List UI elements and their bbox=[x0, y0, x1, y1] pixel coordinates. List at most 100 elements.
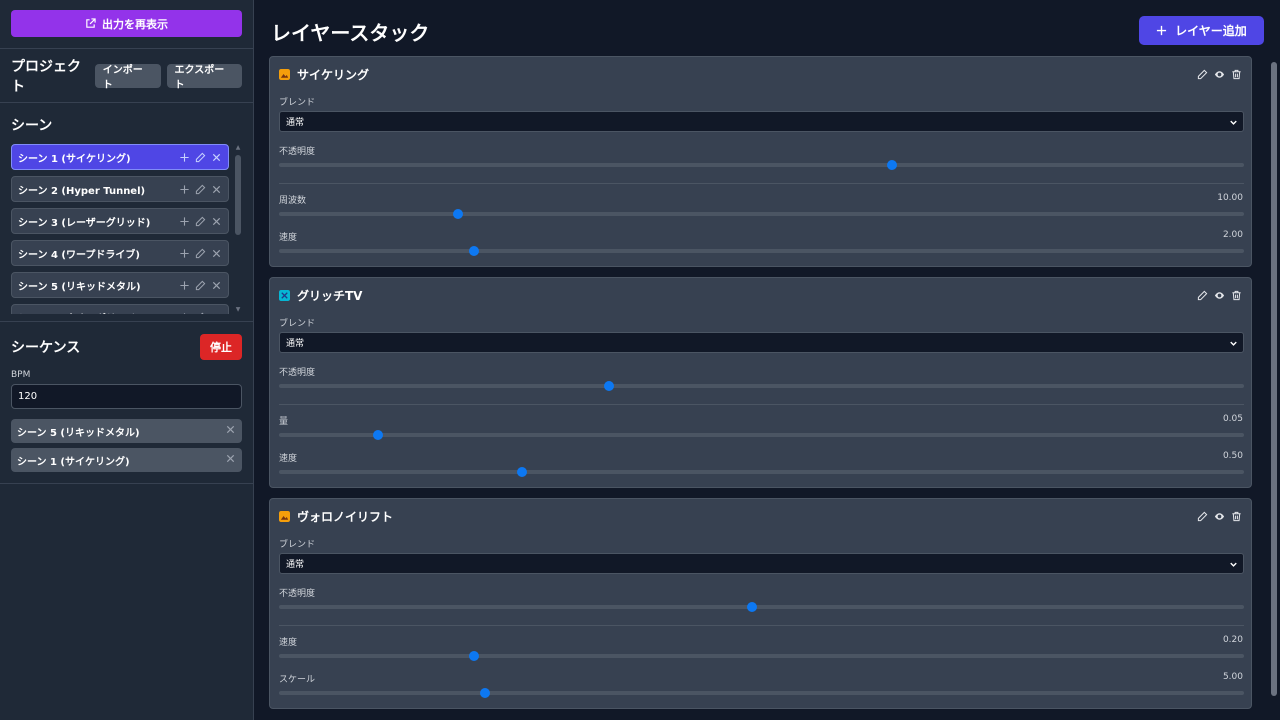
export-button[interactable]: エクスポート bbox=[166, 63, 242, 91]
plus-icon bbox=[1157, 25, 1167, 36]
param-value: 0.50 bbox=[1222, 451, 1243, 461]
slider-thumb[interactable] bbox=[479, 688, 490, 698]
divider bbox=[279, 404, 1244, 405]
trash-icon[interactable] bbox=[1231, 69, 1242, 80]
slider-thumb[interactable] bbox=[746, 602, 757, 612]
pencil-icon[interactable] bbox=[1197, 69, 1208, 80]
close-icon[interactable] bbox=[211, 312, 222, 315]
bpm-input[interactable]: 120 bbox=[11, 384, 242, 409]
scene-list-container: シーン 1 (サイケリング) シーン 2 (Hyper Tunnel) シーン 3 … bbox=[11, 144, 242, 314]
sequence-item[interactable]: シーン 1 (サイケリング) bbox=[11, 448, 242, 472]
divider bbox=[279, 183, 1244, 184]
slider-thumb[interactable] bbox=[468, 651, 479, 661]
opacity-slider[interactable] bbox=[279, 602, 1244, 612]
scene-item[interactable]: シーン 6 (ネオングリッチ) bbox=[11, 304, 229, 314]
image-icon bbox=[279, 510, 290, 522]
opacity-slider[interactable] bbox=[279, 160, 1244, 170]
slider-thumb[interactable] bbox=[453, 209, 464, 219]
pencil-icon[interactable] bbox=[195, 184, 206, 195]
page-title: レイヤースタック bbox=[271, 21, 430, 45]
pencil-icon[interactable] bbox=[195, 280, 206, 291]
slider-thumb[interactable] bbox=[373, 430, 384, 440]
stop-button[interactable]: 停止 bbox=[200, 334, 242, 360]
opacity-slider[interactable] bbox=[279, 381, 1244, 391]
blend-select[interactable]: 通常 bbox=[279, 553, 1244, 574]
plus-icon[interactable] bbox=[179, 184, 190, 195]
plus-icon[interactable] bbox=[179, 312, 190, 315]
scene-item[interactable]: シーン 1 (サイケリング) bbox=[11, 144, 229, 170]
param-value: 0.20 bbox=[1222, 635, 1243, 645]
slider-thumb[interactable] bbox=[517, 467, 528, 477]
param-value: 2.00 bbox=[1222, 230, 1243, 240]
close-icon[interactable] bbox=[225, 453, 236, 464]
pencil-icon[interactable] bbox=[195, 216, 206, 227]
pencil-icon[interactable] bbox=[195, 312, 206, 315]
scene-name: シーン 1 (サイケリング) bbox=[18, 153, 131, 165]
eye-icon[interactable] bbox=[1214, 69, 1225, 80]
close-icon[interactable] bbox=[211, 248, 222, 259]
scroll-down-icon[interactable]: ▼ bbox=[235, 307, 241, 313]
close-icon[interactable] bbox=[211, 184, 222, 195]
eye-icon[interactable] bbox=[1214, 511, 1225, 522]
sequence-item-label: シーン 5 (リキッドメタル) bbox=[17, 427, 140, 439]
reopen-output-button[interactable]: 出力を再表示 bbox=[11, 10, 242, 37]
plus-icon[interactable] bbox=[179, 216, 190, 227]
eye-icon[interactable] bbox=[1214, 290, 1225, 301]
pencil-icon[interactable] bbox=[195, 248, 206, 259]
sequence-item[interactable]: シーン 5 (リキッドメタル) bbox=[11, 419, 242, 443]
chevron-down-icon bbox=[1230, 120, 1237, 125]
add-layer-label: レイヤー追加 bbox=[1175, 24, 1247, 38]
import-button[interactable]: インポート bbox=[94, 63, 161, 91]
plus-icon[interactable] bbox=[179, 152, 190, 163]
slider-thumb[interactable] bbox=[468, 246, 479, 256]
blend-value: 通常 bbox=[286, 118, 305, 128]
scenes-section: シーン シーン 1 (サイケリング) シーン 2 (Hyper Tunnel) シー… bbox=[0, 103, 253, 322]
layer-stack: サイケリング ブレンド 通常 不透明度 周波数 10.00 速度 2.00 グリッチTV ブレンド… bbox=[269, 56, 1252, 720]
blend-label: ブレンド bbox=[279, 540, 316, 550]
scene-item[interactable]: シーン 2 (Hyper Tunnel) bbox=[11, 176, 229, 202]
close-icon[interactable] bbox=[211, 216, 222, 227]
chevron-down-icon bbox=[1230, 562, 1237, 567]
add-layer-button[interactable]: レイヤー追加 bbox=[1139, 16, 1264, 45]
param-slider[interactable] bbox=[279, 688, 1244, 698]
layer-card: サイケリング ブレンド 通常 不透明度 周波数 10.00 速度 2.00 bbox=[269, 56, 1252, 267]
blend-select[interactable]: 通常 bbox=[279, 111, 1244, 132]
close-icon[interactable] bbox=[225, 424, 236, 435]
scene-item[interactable]: シーン 5 (リキッドメタル) bbox=[11, 272, 229, 298]
slider-thumb[interactable] bbox=[604, 381, 615, 391]
plus-icon[interactable] bbox=[179, 280, 190, 291]
reopen-output-label: 出力を再表示 bbox=[102, 17, 168, 31]
close-icon[interactable] bbox=[211, 152, 222, 163]
pencil-icon[interactable] bbox=[195, 152, 206, 163]
close-icon[interactable] bbox=[211, 280, 222, 291]
layer-name: グリッチTV bbox=[297, 288, 363, 303]
plus-icon[interactable] bbox=[179, 248, 190, 259]
scrollbar-thumb[interactable] bbox=[235, 155, 241, 235]
param-slider[interactable] bbox=[279, 430, 1244, 440]
scene-item[interactable]: シーン 4 (ワープドライブ) bbox=[11, 240, 229, 266]
scroll-up-icon[interactable]: ▲ bbox=[235, 145, 241, 151]
trash-icon[interactable] bbox=[1231, 511, 1242, 522]
glitch-icon bbox=[279, 289, 290, 301]
scene-list: シーン 1 (サイケリング) シーン 2 (Hyper Tunnel) シーン 3 … bbox=[11, 144, 229, 314]
scenes-title: シーン bbox=[11, 118, 53, 134]
sequence-item-label: シーン 1 (サイケリング) bbox=[17, 456, 130, 468]
param-label: 量 bbox=[279, 417, 289, 427]
blend-label: ブレンド bbox=[279, 319, 316, 329]
slider-thumb[interactable] bbox=[886, 160, 897, 170]
pencil-icon[interactable] bbox=[1197, 290, 1208, 301]
scene-name: シーン 3 (レーザーグリッド) bbox=[18, 217, 151, 229]
pencil-icon[interactable] bbox=[1197, 511, 1208, 522]
param-slider[interactable] bbox=[279, 467, 1244, 477]
scene-list-scrollbar[interactable]: ▲ ▼ bbox=[234, 144, 242, 314]
scrollbar-thumb[interactable] bbox=[1271, 62, 1277, 696]
layer-stack-scrollbar[interactable] bbox=[1268, 56, 1280, 704]
layer-name: ヴォロノイリフト bbox=[297, 509, 394, 524]
param-slider[interactable] bbox=[279, 246, 1244, 256]
trash-icon[interactable] bbox=[1231, 290, 1242, 301]
param-slider[interactable] bbox=[279, 651, 1244, 661]
blend-select[interactable]: 通常 bbox=[279, 332, 1244, 353]
param-value: 10.00 bbox=[1217, 193, 1243, 203]
scene-item[interactable]: シーン 3 (レーザーグリッド) bbox=[11, 208, 229, 234]
param-slider[interactable] bbox=[279, 209, 1244, 219]
